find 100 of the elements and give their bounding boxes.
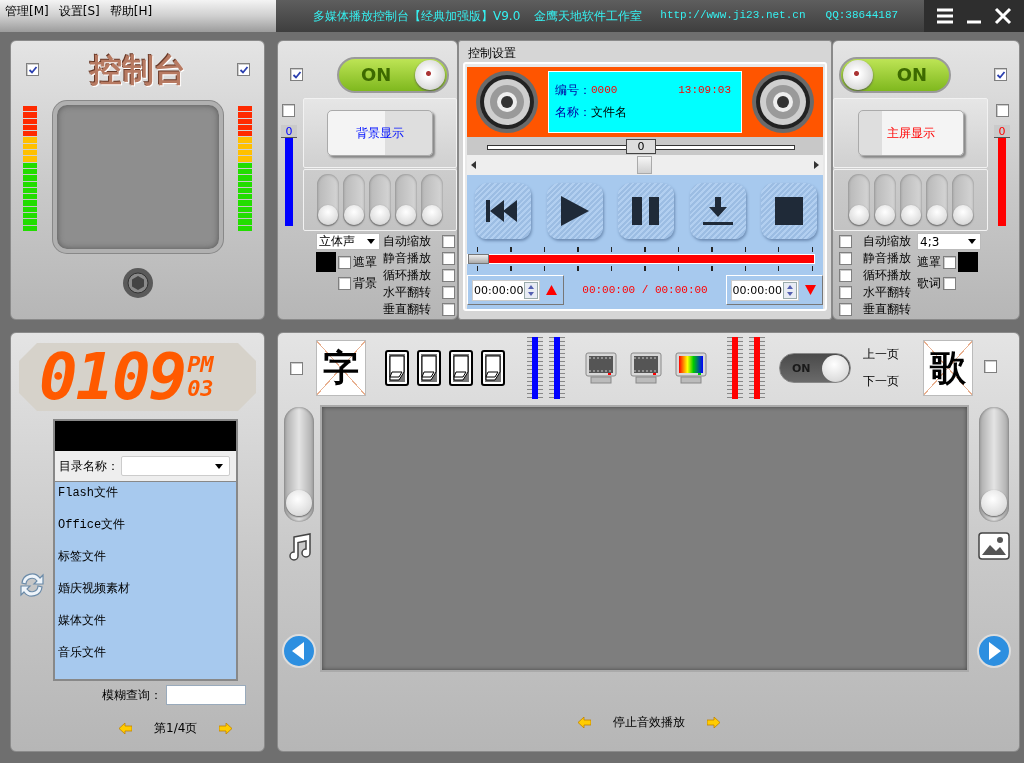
checkbox[interactable] xyxy=(995,104,1009,117)
checkbox[interactable] xyxy=(839,286,852,299)
spin-buttons[interactable] xyxy=(524,281,539,299)
triangle-down-icon[interactable] xyxy=(805,285,816,295)
page-down-link[interactable]: 下一页 xyxy=(863,373,899,390)
menu-item[interactable]: 帮助[H] xyxy=(109,3,153,20)
checkbox[interactable] xyxy=(839,303,852,316)
spin-buttons[interactable] xyxy=(783,281,797,299)
checkbox[interactable] xyxy=(839,269,852,282)
monitor-icon[interactable] xyxy=(585,352,617,384)
checkbox[interactable] xyxy=(290,68,303,81)
dropdown[interactable]: 立体声 xyxy=(316,233,380,250)
checkbox[interactable] xyxy=(442,303,455,316)
list-item[interactable]: 音乐文件 xyxy=(55,644,236,676)
checkbox[interactable] xyxy=(442,252,455,265)
character-tile[interactable]: 歌 xyxy=(923,340,973,396)
monitor-icon[interactable] xyxy=(675,352,707,384)
rocker-switch-icon[interactable] xyxy=(481,350,505,386)
left-arrow-icon[interactable] xyxy=(471,161,476,169)
slider-thumb[interactable] xyxy=(952,205,973,225)
rocker-switch-icon[interactable] xyxy=(417,350,441,386)
progress-track[interactable] xyxy=(467,254,815,264)
balance-thumb[interactable]: 0 xyxy=(626,139,656,154)
toggle-label: 自动缩放 xyxy=(863,233,911,250)
dropdown[interactable]: 4;3 xyxy=(917,233,981,250)
download-button[interactable] xyxy=(689,183,746,239)
slider-thumb[interactable] xyxy=(317,205,338,225)
slider-thumb[interactable] xyxy=(421,205,442,225)
color-swatch[interactable] xyxy=(316,252,336,272)
slider-thumb[interactable] xyxy=(343,205,364,225)
slider-thumb[interactable] xyxy=(848,205,869,225)
slider-track[interactable] xyxy=(847,174,870,226)
menu-item[interactable]: 设置[S] xyxy=(58,3,100,20)
slider-thumb[interactable] xyxy=(395,205,416,225)
stop-button[interactable] xyxy=(761,183,817,239)
checkbox[interactable] xyxy=(290,361,303,375)
checkbox[interactable] xyxy=(984,360,997,373)
rocker-switch-icon[interactable] xyxy=(385,350,409,386)
name-label: 名称： xyxy=(555,103,591,121)
search-label: 模糊查询： xyxy=(102,686,162,704)
slider-track[interactable] xyxy=(951,174,974,226)
checkbox[interactable] xyxy=(839,235,852,248)
slider-thumb[interactable] xyxy=(285,489,312,516)
checkbox[interactable] xyxy=(943,276,956,290)
slider-thumb[interactable] xyxy=(874,205,895,225)
display-button[interactable]: 背景显示 xyxy=(326,110,433,156)
menu-item[interactable]: 管理[M] xyxy=(5,3,49,20)
slider-track[interactable] xyxy=(979,407,1010,522)
list-item[interactable]: Flash文件 xyxy=(55,484,236,516)
checkbox[interactable] xyxy=(237,63,250,76)
progress-thumb[interactable] xyxy=(468,254,489,264)
list-item[interactable]: Office文件 xyxy=(55,516,236,548)
time-field[interactable]: 00:00:00 xyxy=(472,279,541,301)
rocker-switch-icon[interactable] xyxy=(449,350,473,386)
list-item[interactable]: 婚庆视频素材 xyxy=(55,580,236,612)
slider-thumb[interactable] xyxy=(926,205,947,225)
slider-thumb[interactable] xyxy=(981,489,1008,516)
checkbox[interactable] xyxy=(943,255,956,269)
image-icon[interactable] xyxy=(978,532,1011,560)
color-swatch[interactable] xyxy=(958,252,978,272)
checkbox[interactable] xyxy=(338,276,351,290)
slider-track[interactable] xyxy=(899,174,922,226)
list-item[interactable]: 标签文件 xyxy=(55,548,236,580)
monitor-icon[interactable] xyxy=(630,352,662,384)
display-button[interactable]: 主屏显示 xyxy=(857,110,964,156)
checkbox[interactable] xyxy=(26,63,39,76)
volume-reading: 0 xyxy=(280,125,297,138)
slider-thumb[interactable] xyxy=(900,205,921,225)
checkbox[interactable] xyxy=(442,269,455,282)
list-item[interactable]: 媒体文件 xyxy=(55,612,236,644)
scroll-thumb[interactable] xyxy=(637,156,652,174)
triangle-up-icon[interactable] xyxy=(546,285,558,295)
pause-button[interactable] xyxy=(618,183,674,239)
slider-track[interactable] xyxy=(873,174,896,226)
play-button[interactable] xyxy=(546,183,603,239)
scrollbar[interactable] xyxy=(467,155,823,175)
right-arrow-icon[interactable] xyxy=(814,161,819,169)
slider-track[interactable] xyxy=(394,174,417,226)
slider-track[interactable] xyxy=(925,174,948,226)
checkbox[interactable] xyxy=(994,68,1007,81)
checkbox[interactable] xyxy=(282,104,296,117)
menu-icon[interactable] xyxy=(935,8,954,24)
checkbox[interactable] xyxy=(442,286,455,299)
previous-button[interactable] xyxy=(475,183,531,239)
toggle-label: 自动缩放 xyxy=(383,233,431,250)
checkbox[interactable] xyxy=(839,252,852,265)
slider-thumb[interactable] xyxy=(369,205,390,225)
checkbox[interactable] xyxy=(442,235,455,248)
checkbox[interactable] xyxy=(338,255,351,269)
slider-track[interactable] xyxy=(316,174,339,226)
page-up-link[interactable]: 上一页 xyxy=(863,346,899,363)
knob-icon[interactable] xyxy=(121,267,154,299)
search-field[interactable] xyxy=(166,685,246,705)
character-tile[interactable]: 字 xyxy=(316,340,366,396)
slider-track[interactable] xyxy=(420,174,443,226)
slider-track[interactable] xyxy=(342,174,365,226)
time-field[interactable]: 00:00:00 xyxy=(730,279,799,301)
slider-track[interactable] xyxy=(368,174,391,226)
slider-track[interactable] xyxy=(283,407,314,522)
close-icon[interactable] xyxy=(994,7,1013,25)
